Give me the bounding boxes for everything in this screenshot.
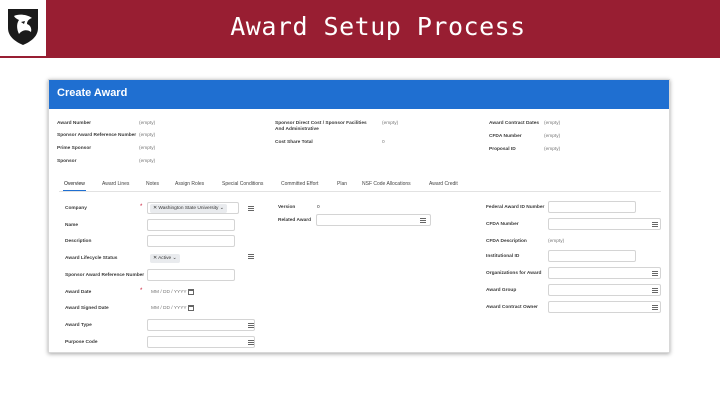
company-label: Company [65, 206, 87, 211]
award-contract-owner-label: Award Contract Owner [486, 305, 538, 310]
cfda-description-label: CFDA Description [486, 239, 527, 244]
description-label: Description [65, 239, 92, 244]
tab-special-conditions[interactable]: Special Conditions [222, 181, 263, 187]
menu-icon[interactable] [652, 288, 658, 293]
window-title: Create Award [49, 80, 669, 109]
sponsor-award-ref-value: (empty) [139, 133, 156, 138]
sponsor-direct-cost-label: Sponsor Direct Cost / Sponsor Facilities… [275, 121, 367, 132]
award-number-label: Award Number [57, 121, 92, 126]
award-lifecycle-label: Award Lifecycle Status [65, 256, 118, 261]
proposal-id-label: Proposal ID [489, 147, 516, 152]
version-value: 0 [317, 205, 320, 210]
organizations-field[interactable] [548, 267, 661, 279]
related-award-label: Related Award [278, 218, 312, 223]
sponsor-direct-cost-value: (empty) [382, 121, 399, 126]
award-group-field[interactable] [548, 284, 661, 296]
menu-icon[interactable] [420, 218, 426, 223]
sponsor-award-ref-field-label: Sponsor Award Reference Number [65, 273, 145, 278]
lifecycle-pill[interactable]: ✕ Active ⌄ [150, 254, 180, 263]
name-field[interactable] [147, 219, 235, 231]
calendar-icon[interactable] [188, 289, 194, 295]
workday-screenshot: Create Award Award Number (empty) Sponso… [48, 79, 670, 353]
sponsor-label: Sponsor [57, 159, 77, 164]
tab-assign-roles[interactable]: Assign Roles [175, 181, 204, 187]
company-value: Washington State University [158, 206, 219, 211]
version-label: Version [278, 205, 296, 210]
sponsor-award-ref-field[interactable] [147, 269, 235, 281]
required-asterisk: * [140, 288, 143, 294]
cfda-description-value: (empty) [548, 239, 565, 244]
award-signed-date-label: Award Signed Date [65, 306, 109, 311]
tab-award-credit[interactable]: Award Credit [429, 181, 458, 187]
chevron-down-icon: ⌄ [171, 256, 177, 261]
cfda-number-field[interactable] [548, 218, 661, 230]
award-signed-date-input[interactable]: MM / DD / YYYY [151, 306, 187, 311]
purpose-code-label: Purpose Code [65, 340, 98, 345]
calendar-icon[interactable] [188, 305, 194, 311]
award-contract-dates-label: Award Contract Dates [489, 121, 540, 126]
menu-icon[interactable] [248, 206, 254, 211]
federal-award-id-field[interactable] [548, 201, 636, 213]
tab-notes[interactable]: Notes [146, 181, 159, 187]
award-contract-dates-value: (empty) [544, 121, 561, 126]
menu-icon[interactable] [652, 271, 658, 276]
institutional-id-label: Institutional ID [486, 254, 520, 259]
menu-icon[interactable] [652, 305, 658, 310]
chevron-down-icon: ⌄ [218, 206, 224, 211]
award-type-field[interactable] [147, 319, 255, 331]
proposal-id-value: (empty) [544, 147, 561, 152]
lifecycle-value: Active [158, 256, 172, 261]
award-date-input[interactable]: MM / DD / YYYY [151, 290, 187, 295]
cost-share-total-label: Cost Share Total [275, 140, 313, 145]
slide: Award Setup Process Create Award Award N… [0, 0, 720, 405]
sponsor-award-ref-label: Sponsor Award Reference Number [57, 133, 137, 138]
tab-plan[interactable]: Plan [337, 181, 347, 187]
sponsor-value: (empty) [139, 159, 156, 164]
menu-icon[interactable] [248, 323, 254, 328]
award-group-label: Award Group [486, 288, 517, 293]
award-contract-owner-field[interactable] [548, 301, 661, 313]
cost-share-total-value: 0 [382, 140, 385, 145]
award-date-label: Award Date [65, 290, 92, 295]
menu-icon[interactable] [248, 340, 254, 345]
award-type-label: Award Type [65, 323, 92, 328]
cfda-number-summary-value: (empty) [544, 134, 561, 139]
tab-divider [59, 191, 661, 192]
tab-nsf-code-allocations[interactable]: NSF Code Allocations [362, 181, 411, 187]
cfda-number-summary-label: CFDA Number [489, 134, 522, 139]
menu-icon[interactable] [248, 254, 254, 259]
tab-award-lines[interactable]: Award Lines [102, 181, 129, 187]
required-asterisk: * [140, 204, 143, 210]
cfda-number-label: CFDA Number [486, 222, 519, 227]
organizations-label: Organizations for Award [486, 271, 542, 276]
name-label: Name [65, 223, 79, 228]
related-award-field[interactable] [316, 214, 431, 226]
purpose-code-field[interactable] [147, 336, 255, 348]
institutional-id-field[interactable] [548, 250, 636, 262]
description-field[interactable] [147, 235, 235, 247]
menu-icon[interactable] [652, 222, 658, 227]
company-pill[interactable]: ✕ Washington State University ⌄ [150, 204, 227, 213]
prime-sponsor-label: Prime Sponsor [57, 146, 92, 151]
prime-sponsor-value: (empty) [139, 146, 156, 151]
award-number-value: (empty) [139, 121, 156, 126]
tab-committed-effort[interactable]: Committed Effort [281, 181, 318, 187]
tab-overview[interactable]: Overview [64, 181, 85, 187]
federal-award-id-label: Federal Award ID Number [486, 205, 545, 210]
slide-title: Award Setup Process [230, 12, 526, 41]
